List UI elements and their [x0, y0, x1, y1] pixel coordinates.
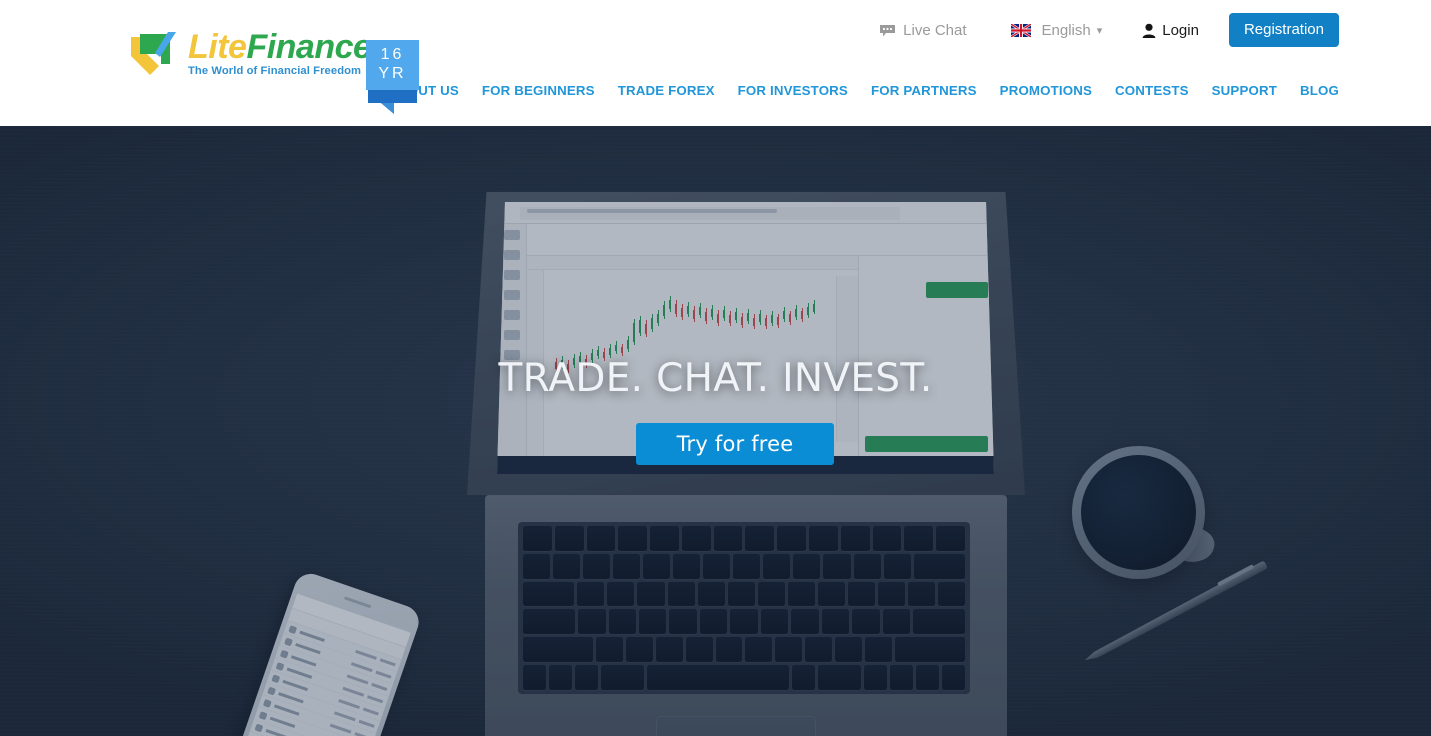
litefinance-logo-mark: [128, 30, 184, 76]
nav-item-for-partners[interactable]: FOR PARTNERS: [871, 83, 977, 98]
chat-bubble-icon: [879, 24, 896, 37]
logo-wordmark: LiteFinance ®: [188, 28, 385, 66]
nav-item-for-investors[interactable]: FOR INVESTORS: [738, 83, 848, 98]
anniversary-badge: 16 YR: [366, 40, 419, 90]
logo-mark-svg: [131, 32, 176, 75]
hero-headline: TRADE. CHAT. INVEST.: [498, 356, 933, 401]
nav-item-support[interactable]: SUPPORT: [1212, 83, 1277, 98]
logo-word-lite: Lite: [188, 28, 247, 66]
anniversary-badge-unit: YR: [378, 65, 407, 82]
main-navigation: ABOUT US FOR BEGINNERS TRADE FOREX FOR I…: [388, 83, 1339, 98]
site-logo[interactable]: LiteFinance ® The World of Financial Fre…: [128, 28, 385, 77]
language-label: English: [1041, 21, 1091, 39]
site-header: LiteFinance ® The World of Financial Fre…: [0, 0, 1431, 126]
anniversary-badge-number: 16: [380, 46, 405, 63]
anniversary-badge-ribbon-icon: [368, 90, 417, 114]
hero-section: TRADE. CHAT. INVEST. Try for free: [0, 126, 1431, 736]
utility-bar: Live Chat English ▾ Login Registration: [879, 13, 1339, 47]
live-chat-link[interactable]: Live Chat: [879, 14, 967, 46]
logo-word-finance: Finance: [246, 28, 372, 66]
language-selector[interactable]: English ▾: [1009, 14, 1103, 46]
logo-tagline: The World of Financial Freedom: [188, 65, 362, 77]
login-link[interactable]: Login: [1142, 14, 1199, 46]
registration-button[interactable]: Registration: [1228, 13, 1339, 47]
nav-item-blog[interactable]: BLOG: [1300, 83, 1339, 98]
nav-item-for-beginners[interactable]: FOR BEGINNERS: [482, 83, 595, 98]
nav-item-promotions[interactable]: PROMOTIONS: [1000, 83, 1092, 98]
user-icon: [1142, 23, 1156, 38]
nav-item-trade-forex[interactable]: TRADE FOREX: [618, 83, 715, 98]
chevron-down-icon: ▾: [1096, 24, 1103, 37]
try-for-free-button[interactable]: Try for free: [636, 423, 834, 465]
nav-item-contests[interactable]: CONTESTS: [1115, 83, 1189, 98]
live-chat-label: Live Chat: [903, 21, 967, 39]
uk-flag-icon: [1009, 22, 1032, 38]
login-label: Login: [1162, 21, 1199, 39]
